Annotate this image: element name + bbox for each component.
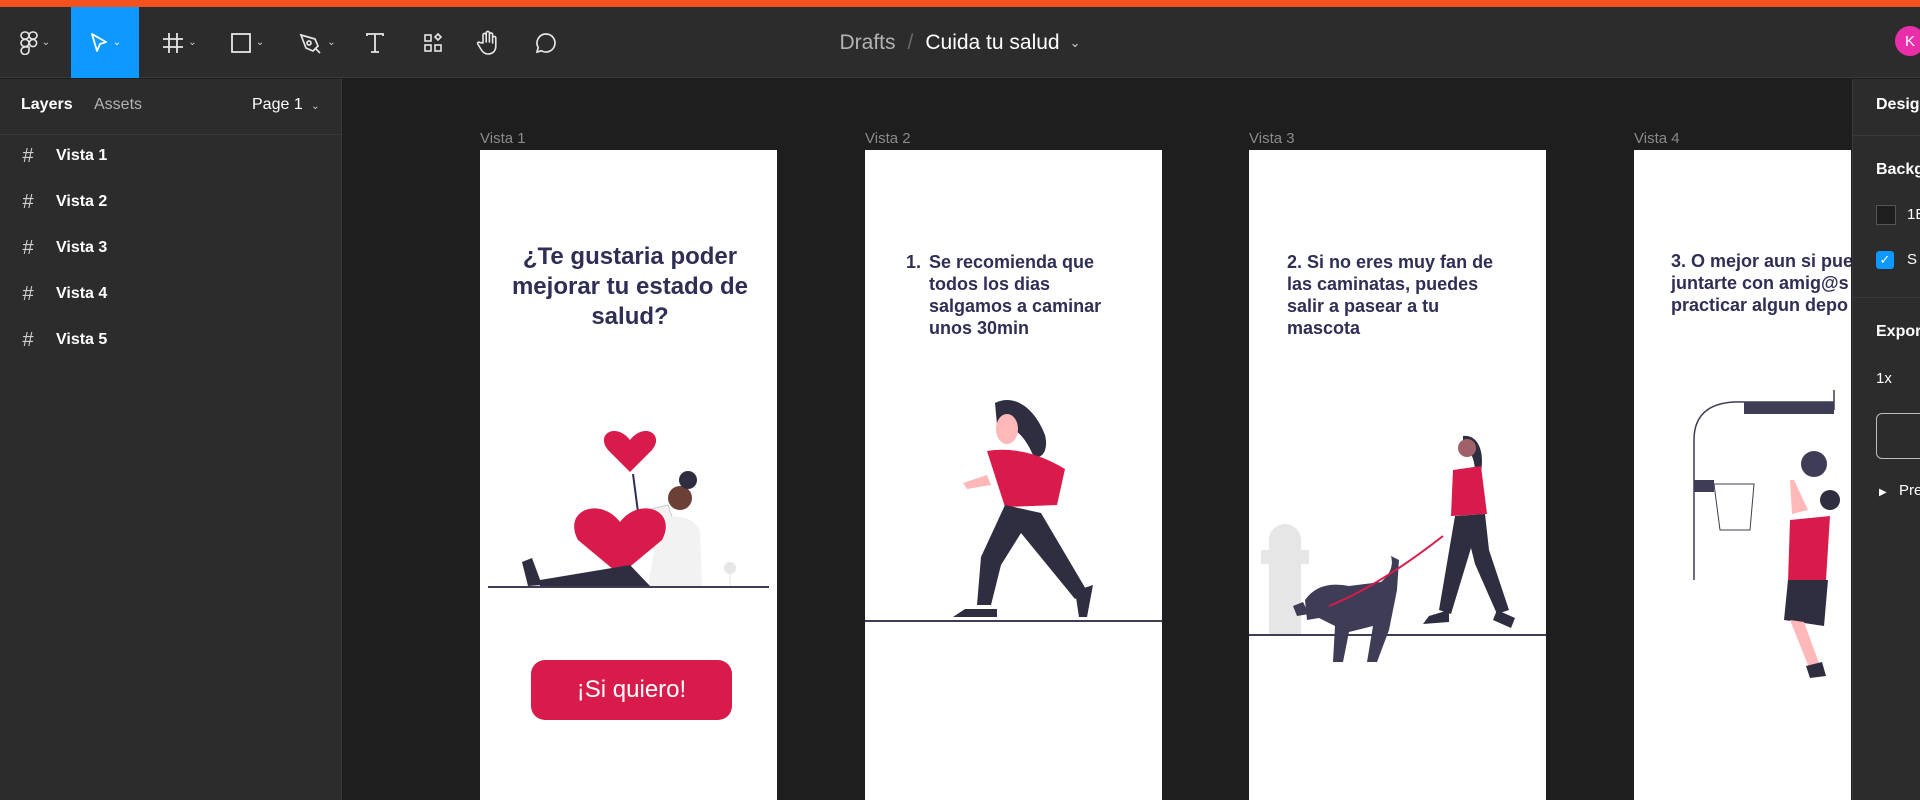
frame-icon: # (22, 190, 34, 213)
background-section-label: Backg (1876, 161, 1920, 178)
hand-tool-button[interactable] (471, 7, 505, 78)
show-in-exports-checkbox[interactable]: ✓ (1876, 251, 1894, 269)
show-in-exports-label: S (1907, 251, 1918, 268)
layer-label: Vista 4 (56, 285, 108, 302)
si-quiero-button[interactable]: ¡Si quiero! (531, 660, 732, 720)
layer-item-vista-3[interactable]: # Vista 3 (0, 228, 342, 268)
comment-tool-button[interactable] (529, 7, 563, 78)
frame-label[interactable]: Vista 3 (1249, 130, 1295, 147)
frame-headline: 2. Si no eres muy fan de las caminatas, … (1287, 252, 1494, 338)
layer-item-vista-2[interactable]: # Vista 2 (0, 182, 342, 222)
pen-tool-icon (299, 33, 321, 54)
tab-layers[interactable]: Layers (21, 96, 73, 114)
layer-item-vista-4[interactable]: # Vista 4 (0, 274, 342, 314)
frame-headline: Se recomienda que todos los dias salgamo… (929, 252, 1102, 338)
move-tool-button[interactable]: ⌄ (71, 7, 139, 78)
layers-panel: Layers Assets Page 1 ⌄ # Vista 1 # Vista 2… (0, 79, 342, 800)
caret-right-icon[interactable]: ▶ (1879, 487, 1887, 498)
file-name[interactable]: Cuida tu salud (925, 31, 1059, 55)
top-accent-bar (0, 0, 1920, 7)
basketball-player-illustration (1693, 390, 1840, 678)
text-tool-icon (366, 32, 384, 53)
divider (1853, 135, 1920, 136)
figma-menu-button[interactable]: ⌄ (10, 7, 60, 78)
design-panel: Desig Backg 1E ✓ S Expor 1x ▶ Pre (1852, 79, 1920, 800)
frame-icon: # (22, 144, 34, 167)
frame-label[interactable]: Vista 1 (480, 130, 526, 147)
frame-icon: # (22, 328, 34, 351)
layer-item-vista-5[interactable]: # Vista 5 (0, 320, 342, 360)
breadcrumb: Drafts / Cuida tu salud ⌄ (0, 7, 1920, 78)
layer-item-vista-1[interactable]: # Vista 1 (0, 136, 342, 176)
avatar[interactable]: K (1895, 26, 1920, 56)
chevron-down-icon: ⌄ (327, 37, 336, 48)
layer-label: Vista 5 (56, 331, 108, 348)
shape-tool-button[interactable]: ⌄ (222, 7, 272, 78)
divider (1853, 297, 1920, 298)
frame-tool-button[interactable]: ⌄ (152, 7, 207, 78)
layer-label: Vista 3 (56, 239, 108, 256)
page-name: Page 1 (252, 96, 303, 113)
frame-vista-3[interactable]: 2. Si no eres muy fan de las caminatas, … (1249, 150, 1546, 800)
hand-tool-icon (476, 30, 497, 55)
heart-person-illustration (488, 431, 769, 588)
layer-label: Vista 1 (56, 147, 108, 164)
frame-headline: ¿Te gustaria poder mejorar tu estado de … (511, 243, 749, 330)
toolbar: ⌄ ⌄ ⌄ ⌄ ⌄ Drafts / Cuida tu salud ⌄ K (0, 7, 1920, 78)
chevron-down-icon[interactable]: ⌄ (1070, 35, 1081, 51)
figma-menu-icon (19, 30, 38, 55)
breadcrumb-separator: / (907, 30, 914, 54)
frame-vista-2[interactable]: 1. Se recomienda que todos los dias salg… (865, 150, 1162, 800)
export-button[interactable] (1876, 413, 1920, 459)
resources-icon (424, 32, 443, 52)
frame-label[interactable]: Vista 4 (1634, 130, 1680, 147)
list-number: 1. (906, 252, 922, 272)
chevron-down-icon: ⌄ (112, 37, 122, 48)
chevron-down-icon: ⌄ (41, 37, 51, 48)
frame-icon: # (22, 236, 34, 259)
export-section-label: Expor (1876, 323, 1920, 340)
frame-vista-1[interactable]: ¿Te gustaria poder mejorar tu estado de … (480, 150, 777, 800)
frame-vista-4[interactable]: 3. O mejor aun si pue juntarte con amig@… (1634, 150, 1851, 800)
pen-tool-button[interactable]: ⌄ (290, 7, 345, 78)
frame-headline: 3. O mejor aun si pue juntarte con amig@… (1671, 251, 1851, 315)
panel-tabs: Layers Assets Page 1 ⌄ (0, 79, 341, 135)
frame-tool-icon (163, 32, 184, 53)
page-selector[interactable]: Page 1 ⌄ (252, 96, 320, 114)
shape-tool-icon (230, 32, 251, 53)
tab-assets[interactable]: Assets (94, 96, 142, 114)
text-tool-button[interactable] (358, 7, 392, 78)
background-color-swatch[interactable] (1876, 205, 1896, 225)
frame-icon: # (22, 282, 34, 305)
export-scale[interactable]: 1x (1876, 370, 1892, 387)
breadcrumb-drafts-link[interactable]: Drafts (839, 31, 895, 55)
tab-design[interactable]: Desig (1876, 96, 1920, 114)
chevron-down-icon: ⌄ (311, 101, 320, 112)
frame-label[interactable]: Vista 2 (865, 130, 911, 147)
canvas[interactable]: Vista 1 ¿Te gustaria poder mejorar tu es… (343, 79, 1851, 800)
running-woman-illustration (865, 399, 1162, 622)
resources-button[interactable] (416, 7, 450, 78)
chevron-down-icon: ⌄ (255, 37, 265, 48)
background-color-value[interactable]: 1E (1907, 206, 1920, 223)
chevron-down-icon: ⌄ (188, 37, 197, 48)
move-tool-icon (90, 32, 107, 52)
layer-label: Vista 2 (56, 193, 108, 210)
comment-icon (535, 32, 556, 53)
preview-label[interactable]: Pre (1899, 482, 1920, 499)
dog-walking-illustration (1249, 435, 1546, 662)
